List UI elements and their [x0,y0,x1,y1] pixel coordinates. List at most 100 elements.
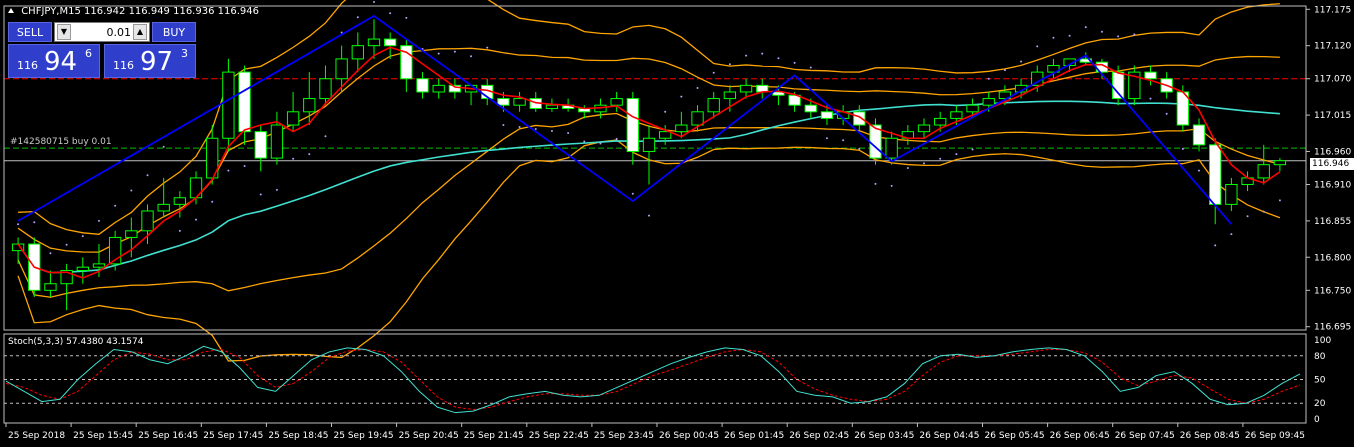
sar-dot [356,16,359,19]
chart-canvas: 117.175117.120117.070117.015116.960116.9… [3,0,1351,441]
price-tick-label: 116.695 [1314,323,1351,333]
candle-body [238,71,251,133]
candle-body [820,111,834,119]
sar-dot [680,95,683,98]
sar-dot [793,61,796,64]
time-tick-label: 25 Sep 20:45 [399,431,459,441]
price-frame [3,5,1307,331]
sar-dot [1165,112,1168,115]
buy-button[interactable]: BUY [152,22,196,42]
time-tick-label: 26 Sep 09:45 [1245,431,1305,441]
sar-dot [1230,233,1233,236]
candle-body [416,78,429,93]
sar-dot [809,66,812,69]
price-tick-label: 116.750 [1314,286,1351,296]
sell-button[interactable]: SELL [8,22,52,42]
sar-dot [890,184,893,187]
sar-dot [761,52,764,55]
sar-dot [631,192,634,195]
candle-body [351,45,364,60]
candle-body [497,98,510,106]
price-tick-label: 117.120 [1314,42,1351,52]
candle-body [966,104,979,113]
sar-dot [97,219,100,222]
order-line-label[interactable]: #142580715 buy 0.01 [10,137,112,147]
time-tick-label: 25 Sep 19:45 [334,431,394,441]
candle-body [545,104,559,109]
price-tick-label: 117.070 [1314,75,1351,85]
candle-body [76,266,89,271]
time-tick-label: 25 Sep 23:45 [594,431,654,441]
candle-body [335,58,348,80]
sar-dot [81,235,84,238]
candle-body [885,137,898,159]
sar-dot [259,193,262,196]
sar-dot [1198,169,1201,172]
candle-body [1192,124,1206,146]
ohlc-values: 116.942 116.949 116.936 116.946 [84,6,259,17]
candle-body [707,98,720,113]
stochastic-plot [4,345,1306,414]
candle-body [659,131,672,139]
sar-dot [405,16,408,19]
symbol-timeframe: CHFJPY,M15 [21,6,81,17]
time-tick-label: 25 Sep 18:45 [268,431,328,441]
sell-price-pips: 94 [44,47,78,77]
stoch-tick-label: 50 [1314,376,1326,386]
axes: 117.175117.120117.070117.015116.960116.9… [3,5,1351,441]
collapse-triangle-icon[interactable] [8,8,14,13]
candle-body [157,203,170,212]
sar-dot [1181,147,1184,150]
time-tick-label: 25 Sep 2018 [8,431,65,441]
sar-dot [923,162,926,165]
lot-increase-icon[interactable]: ▲ [133,24,147,40]
sar-dot [567,131,570,134]
stoch-tick-label: 0 [1314,415,1320,425]
candle-body [739,84,753,93]
candle-body [642,137,656,152]
candle-body [982,98,995,106]
stochastic-label: Stoch(5,3,3) 57.4380 43.1574 [8,337,144,347]
time-tick-label: 26 Sep 02:45 [789,431,849,441]
sar-dot [1262,210,1265,213]
sar-dot [292,157,295,160]
price-tick-label: 117.015 [1314,111,1351,121]
lot-decrease-icon[interactable]: ▼ [57,24,71,40]
sar-dot [1068,34,1071,37]
lot-size-control: ▼ ▲ [54,22,150,42]
buy-price-prefix: 116 [113,59,134,72]
sar-dot [130,189,133,192]
time-tick-label: 26 Sep 08:45 [1180,431,1240,441]
sar-dot [1149,97,1152,100]
one-click-trade-panel: SELL ▼ ▲ BUY 116 94 6 116 97 3 [8,22,196,78]
time-tick-label: 26 Sep 05:45 [985,431,1045,441]
sar-dot [178,229,181,232]
stoch-tick-label: 100 [1314,336,1331,346]
sell-price-quote[interactable]: 116 94 6 [8,44,100,78]
candle-body [610,98,623,106]
sar-dot [146,174,149,177]
lot-size-input[interactable] [73,24,131,40]
candle-body [804,104,817,113]
sar-dot [971,148,974,151]
candle-body [626,98,639,152]
sar-dot [211,200,214,203]
candle-body [254,131,267,159]
candle-body [1144,71,1157,80]
time-tick-label: 26 Sep 04:45 [919,431,979,441]
sar-dot [65,243,68,246]
sar-dot [955,153,958,156]
time-tick-label: 26 Sep 06:45 [1050,431,1110,441]
stoch-frame [3,333,1307,424]
candle-body [286,111,300,126]
sar-dot [534,127,537,130]
sar-dot [243,165,246,168]
sar-dot [1100,30,1103,33]
sar-dot [842,139,845,142]
sar-dot [987,77,990,80]
sar-dot [906,167,909,169]
buy-price-quote[interactable]: 116 97 3 [104,44,196,78]
sar-dot [583,140,586,143]
sar-dot [939,157,942,160]
sar-dot [1117,35,1120,38]
